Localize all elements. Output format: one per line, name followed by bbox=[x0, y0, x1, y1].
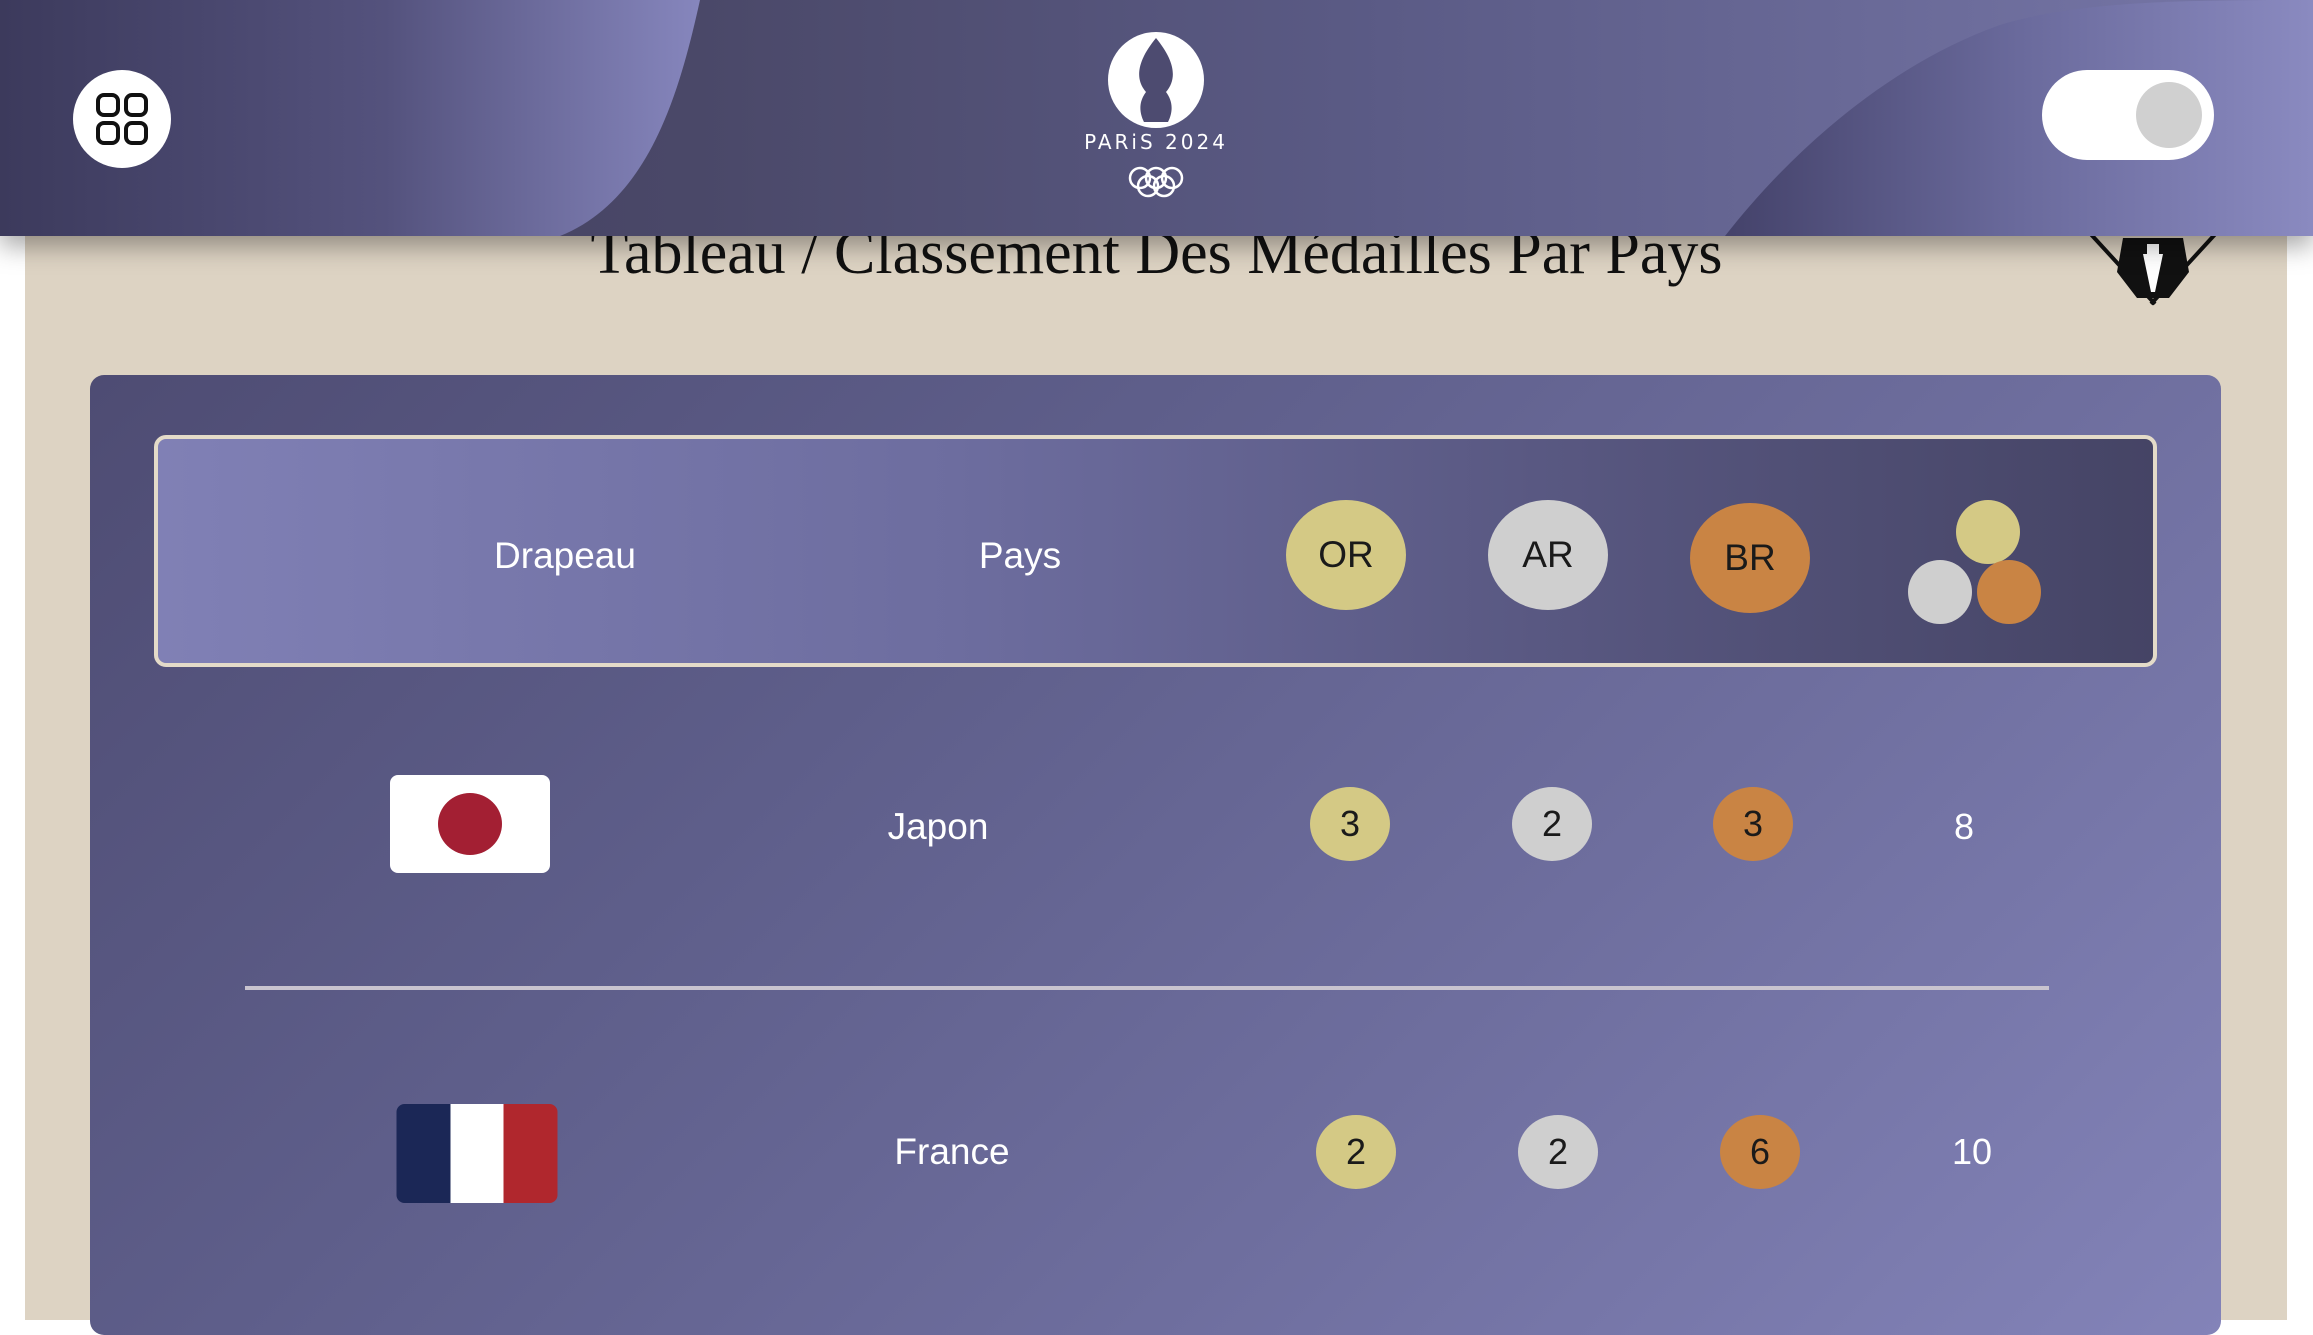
bronze-count: 6 bbox=[1720, 1115, 1800, 1189]
row-divider bbox=[245, 986, 2049, 990]
gold-count: 3 bbox=[1310, 787, 1390, 861]
table-row: France 2 2 6 10 bbox=[90, 1104, 2221, 1264]
medals-total-icon bbox=[1908, 500, 2041, 624]
theme-toggle[interactable] bbox=[2042, 70, 2214, 160]
paris-2024-logo bbox=[1108, 32, 1204, 198]
fencing-icon bbox=[2085, 228, 2221, 306]
france-flag bbox=[396, 1104, 558, 1203]
country-name: France bbox=[894, 1131, 1010, 1172]
header-flag: Drapeau bbox=[494, 535, 636, 576]
country-name: Japon bbox=[887, 806, 989, 847]
silver-count: 2 bbox=[1518, 1115, 1598, 1189]
silver-count: 2 bbox=[1512, 787, 1592, 861]
header-silver: AR bbox=[1488, 500, 1608, 610]
header-gold: OR bbox=[1286, 500, 1406, 610]
toggle-knob bbox=[2136, 82, 2202, 148]
gold-count: 2 bbox=[1316, 1115, 1396, 1189]
header: PARiS 2024 bbox=[0, 0, 2313, 236]
header-bronze: BR bbox=[1690, 503, 1810, 613]
japan-flag bbox=[390, 775, 550, 873]
logo-text: PARiS 2024 bbox=[1084, 130, 1228, 154]
menu-button[interactable] bbox=[73, 70, 171, 168]
medal-table: Drapeau Pays OR AR BR Japon 3 2 3 8 Fran… bbox=[90, 375, 2221, 1335]
total-count: 8 bbox=[1953, 806, 1975, 847]
table-row: Japon 3 2 3 8 bbox=[90, 775, 2221, 935]
header-country: Pays bbox=[978, 535, 1062, 576]
table-header: Drapeau Pays OR AR BR bbox=[154, 435, 2157, 667]
total-count: 10 bbox=[1951, 1131, 1993, 1172]
bronze-count: 3 bbox=[1713, 787, 1793, 861]
grid-icon bbox=[96, 93, 148, 145]
